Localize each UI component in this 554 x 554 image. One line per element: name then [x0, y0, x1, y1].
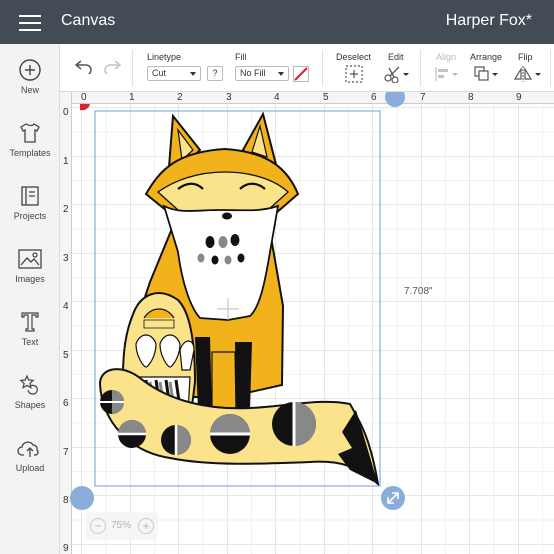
- divider: [420, 50, 421, 86]
- color-swatch-icon[interactable]: [293, 66, 309, 82]
- fill-label: Fill: [235, 52, 247, 62]
- align-label: Align: [436, 52, 457, 62]
- text-icon: [21, 312, 39, 332]
- chevron-down-icon: [190, 72, 196, 76]
- sidebar-item-label: Upload: [15, 463, 45, 473]
- divider: [550, 50, 551, 86]
- sidebar-item-upload[interactable]: Upload: [0, 436, 60, 492]
- zoom-out-button[interactable]: −: [90, 518, 106, 534]
- sidebar-item-label: Templates: [9, 148, 51, 158]
- project-name[interactable]: Harper Fox*: [446, 12, 532, 30]
- projects-icon: [21, 186, 39, 206]
- sidebar-item-new[interactable]: New: [0, 58, 60, 114]
- fill-select[interactable]: No Fill: [235, 66, 289, 81]
- menu-icon[interactable]: [19, 15, 41, 31]
- app-title: Canvas: [61, 12, 116, 29]
- linetype-value: Cut: [152, 68, 167, 78]
- sidebar-item-projects[interactable]: Projects: [0, 184, 60, 240]
- zoom-control: − 75% +: [86, 512, 158, 540]
- deselect-label: Deselect: [336, 52, 372, 62]
- divider: [322, 50, 323, 86]
- sidebar-item-label: Text: [21, 337, 39, 347]
- shapes-icon: [19, 374, 38, 395]
- flip-icon[interactable]: [513, 65, 543, 83]
- fox-image[interactable]: [98, 111, 380, 487]
- edit-label: Edit: [388, 52, 404, 62]
- linetype-label: Linetype: [147, 52, 182, 62]
- arrange-label: Arrange: [470, 52, 503, 62]
- sidebar-item-label: Projects: [13, 211, 47, 221]
- redo-icon[interactable]: [102, 58, 122, 74]
- deselect-icon[interactable]: [345, 65, 363, 83]
- align-icon[interactable]: [434, 66, 460, 82]
- linetype-select[interactable]: Cut: [147, 66, 201, 81]
- sidebar-item-images[interactable]: Images: [0, 247, 60, 303]
- plus-circle-icon: [19, 59, 41, 81]
- sidebar-item-templates[interactable]: Templates: [0, 121, 60, 177]
- sidebar-item-label: Shapes: [14, 400, 46, 410]
- linetype-help-button[interactable]: ?: [207, 66, 223, 81]
- sidebar-item-label: New: [20, 85, 39, 95]
- image-icon: [18, 249, 42, 269]
- zoom-in-button[interactable]: +: [138, 518, 154, 534]
- sidebar-item-label: Images: [15, 274, 45, 284]
- divider: [132, 50, 133, 86]
- undo-icon[interactable]: [74, 58, 94, 74]
- chevron-down-icon: [278, 72, 284, 76]
- fill-value: No Fill: [240, 68, 266, 78]
- app-header: Canvas Harper Fox*: [0, 0, 554, 44]
- canvas-area[interactable]: 0 1 2 3 4 5 6 7 8 9 0 1 2 3 4 5 6 7 8 9: [60, 92, 554, 554]
- flip-label: Flip: [518, 52, 533, 62]
- canvas-artwork: [70, 92, 405, 510]
- sidebar-item-text[interactable]: Text: [0, 310, 60, 366]
- edit-scissors-icon[interactable]: [384, 65, 410, 83]
- zoom-value: 75%: [111, 520, 132, 531]
- rotate-handle[interactable]: [385, 92, 405, 107]
- shirt-icon: [20, 123, 40, 143]
- height-dimension: 7.708": [404, 286, 433, 297]
- sidebar: New Templates Projects Images Text Shape…: [0, 44, 60, 554]
- arrange-icon[interactable]: [473, 65, 501, 83]
- sidebar-item-shapes[interactable]: Shapes: [0, 373, 60, 429]
- toolbar: Linetype Cut ? Fill No Fill Deselect Edi…: [60, 44, 554, 92]
- lock-handle[interactable]: [70, 486, 94, 510]
- upload-icon: [17, 441, 39, 457]
